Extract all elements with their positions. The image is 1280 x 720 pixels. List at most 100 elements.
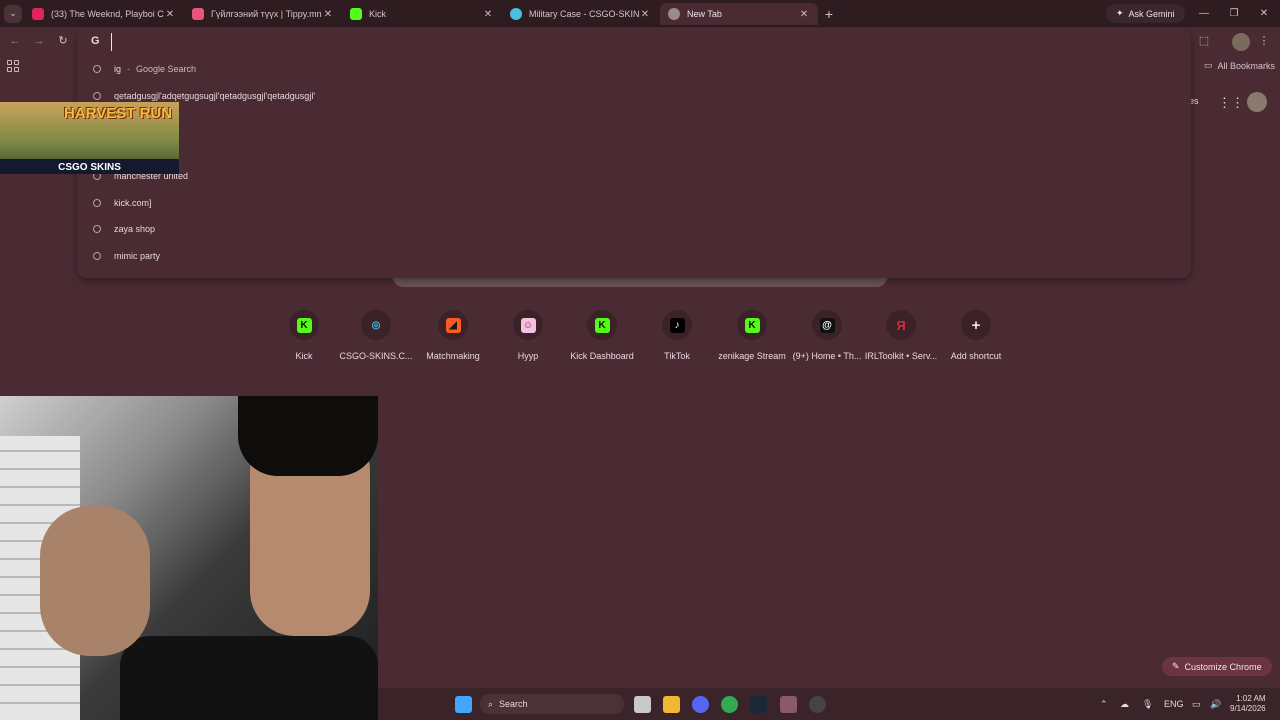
customize-chrome-button[interactable]: ✎ Customize Chrome [1162, 657, 1272, 676]
taskbar-search[interactable]: ⌕ Search [480, 694, 624, 714]
shortcut-icon-circle: @ [812, 310, 842, 340]
shortcut-matchmaking[interactable]: ◢ Matchmaking [414, 310, 492, 361]
suggestion-item[interactable]: qetadgusgjl'adqetgugsugjl'qetadgusgjl'qe… [77, 83, 1191, 109]
obs-icon[interactable] [809, 696, 826, 713]
restore-icon[interactable]: ❐ [1226, 6, 1242, 22]
new-tab-button[interactable]: + [820, 5, 838, 23]
microphone-icon[interactable]: 🎙 [1142, 699, 1153, 710]
date-label: 9/14/2026 [1230, 704, 1266, 713]
omnibox-input[interactable] [111, 33, 1011, 51]
shortcut-icon-circle: K [289, 310, 319, 340]
shortcut-icon-circle: K [587, 310, 617, 340]
avatar[interactable] [1247, 92, 1267, 112]
shortcut-icon-circle: ◢ [438, 310, 468, 340]
shortcut-zenikage-stream[interactable]: K zenikage Stream [713, 310, 791, 361]
shortcut-csgo-skins[interactable]: ◎ CSGO-SKINS.C... [337, 310, 415, 361]
shortcut-kick[interactable]: K Kick [265, 310, 343, 361]
hyyp-icon: ☺ [520, 317, 536, 333]
webcam-overlay [0, 396, 378, 720]
close-icon[interactable]: ✕ [164, 9, 176, 20]
all-bookmarks-label: All Bookmarks [1217, 60, 1276, 71]
ask-gemini-button[interactable]: ✦ Ask Gemini [1106, 4, 1185, 23]
person-hand [40, 506, 150, 656]
history-icon [93, 252, 101, 260]
suggestion-subtext: Google Search [136, 64, 197, 74]
forward-icon[interactable]: → [31, 33, 47, 49]
shortcut-label: TikTok [664, 351, 690, 361]
shortcut-irltoolkit[interactable]: Я IRLToolkit • Serv... [862, 310, 940, 361]
suggestion-item[interactable]: zaya shop [77, 216, 1191, 242]
shortcut-icon-circle: Я [886, 310, 916, 340]
tab-tippy[interactable]: Гүйлгээний түүх | Tippy.mn ✕ [184, 3, 342, 25]
shortcut-label: Kick [295, 351, 313, 361]
tab-search-button[interactable]: ⌄ [0, 0, 26, 27]
tab-kick[interactable]: Kick ✕ [342, 3, 502, 25]
shortcut-label: Add shortcut [950, 351, 1002, 361]
minimize-icon[interactable]: — [1196, 6, 1212, 22]
tab-title: Гүйлгээний түүх | Tippy.mn [211, 9, 322, 19]
suggestion-item[interactable]: manchester united [77, 163, 1191, 189]
kick-icon: K [296, 317, 312, 333]
steam-icon[interactable] [750, 696, 767, 713]
tab-new-tab[interactable]: New Tab ✕ [660, 3, 818, 25]
close-icon[interactable]: ✕ [322, 9, 334, 20]
shortcut-threads-home[interactable]: @ (9+) Home • Th... [788, 310, 866, 361]
history-icon [93, 199, 101, 207]
taskbar-search-label: Search [499, 699, 528, 709]
shortcut-kick-dashboard[interactable]: K Kick Dashboard [563, 310, 641, 361]
apps-icon[interactable] [7, 60, 20, 73]
suggestion-item[interactable]: ig - Google Search [77, 56, 1191, 82]
tab-title: Kick [369, 9, 387, 19]
chevron-up-icon[interactable]: ⌃ [1100, 699, 1108, 710]
shortcut-tiktok[interactable]: ♪ TikTok [638, 310, 716, 361]
chrome-icon[interactable] [721, 696, 738, 713]
shortcut-label: Matchmaking [426, 351, 480, 361]
shortcut-icon-circle: K [737, 310, 767, 340]
language-indicator[interactable]: ENG [1164, 699, 1184, 709]
folder-icon: ▭ [1204, 60, 1213, 70]
person-shirt [120, 636, 378, 720]
shortcut-icon-circle: ☺ [513, 310, 543, 340]
reload-icon[interactable]: ↻ [55, 33, 71, 49]
shortcut-label: CSGO-SKINS.C... [339, 351, 413, 361]
tab-csgo-skins[interactable]: Military Case - CSGO-SKINS.CO ✕ [502, 3, 659, 25]
volume-icon[interactable]: 🔊 [1210, 699, 1221, 710]
shortcut-hyyp[interactable]: ☺ Hyyp [489, 310, 567, 361]
csgo-skins-icon: ◎ [371, 319, 381, 331]
shortcut-label: (9+) Home • Th... [792, 351, 862, 361]
google-icon: G [91, 35, 100, 47]
clock[interactable]: 1:02 AM 9/14/2026 [1230, 694, 1266, 714]
avatar[interactable] [1232, 33, 1250, 51]
suggestion-item[interactable]: kick.com] [77, 190, 1191, 216]
tab-title: (33) The Weeknd, Playboi Carti [51, 9, 164, 19]
game-title: HARVEST RUN [64, 105, 173, 122]
time-label: 1:02 AM [1236, 694, 1266, 703]
shortcut-icon-circle: ◎ [361, 310, 391, 340]
close-icon[interactable]: ✕ [798, 9, 810, 20]
kick-icon: K [594, 317, 610, 333]
extensions-icon[interactable]: ⬚ [1196, 33, 1212, 49]
onedrive-icon[interactable]: ☁ [1120, 699, 1129, 710]
omnibox-dropdown: G ig - Google Search qetadgusgjl'adqetgu… [77, 28, 1191, 278]
pencil-icon: ✎ [1172, 661, 1180, 671]
all-bookmarks-button[interactable]: ▭ All Bookmarks [1204, 60, 1275, 71]
kick-icon [350, 8, 362, 20]
close-icon[interactable]: ✕ [639, 9, 651, 20]
suggestion-text: mimic party [114, 251, 161, 261]
back-icon[interactable]: ← [7, 33, 23, 49]
suggestion-item[interactable]: mimic party [77, 243, 1191, 269]
tab-youtube[interactable]: (33) The Weeknd, Playboi Carti ✕ [24, 3, 184, 25]
csgo-skins-icon [510, 8, 522, 20]
windows-start-icon[interactable] [455, 696, 472, 713]
add-shortcut-button[interactable]: + Add shortcut [937, 310, 1015, 361]
shortcut-label: Hyyp [517, 351, 539, 361]
kick-studio-icon[interactable] [780, 696, 797, 713]
file-explorer-icon[interactable] [663, 696, 680, 713]
suggestion-text: zaya shop [114, 224, 156, 234]
task-view-icon[interactable] [634, 696, 651, 713]
close-window-icon[interactable]: ✕ [1256, 6, 1272, 22]
menu-icon[interactable]: ⋮ [1256, 33, 1272, 49]
discord-icon[interactable] [692, 696, 709, 713]
close-icon[interactable]: ✕ [482, 9, 494, 20]
network-icon[interactable]: ▭ [1192, 699, 1201, 710]
